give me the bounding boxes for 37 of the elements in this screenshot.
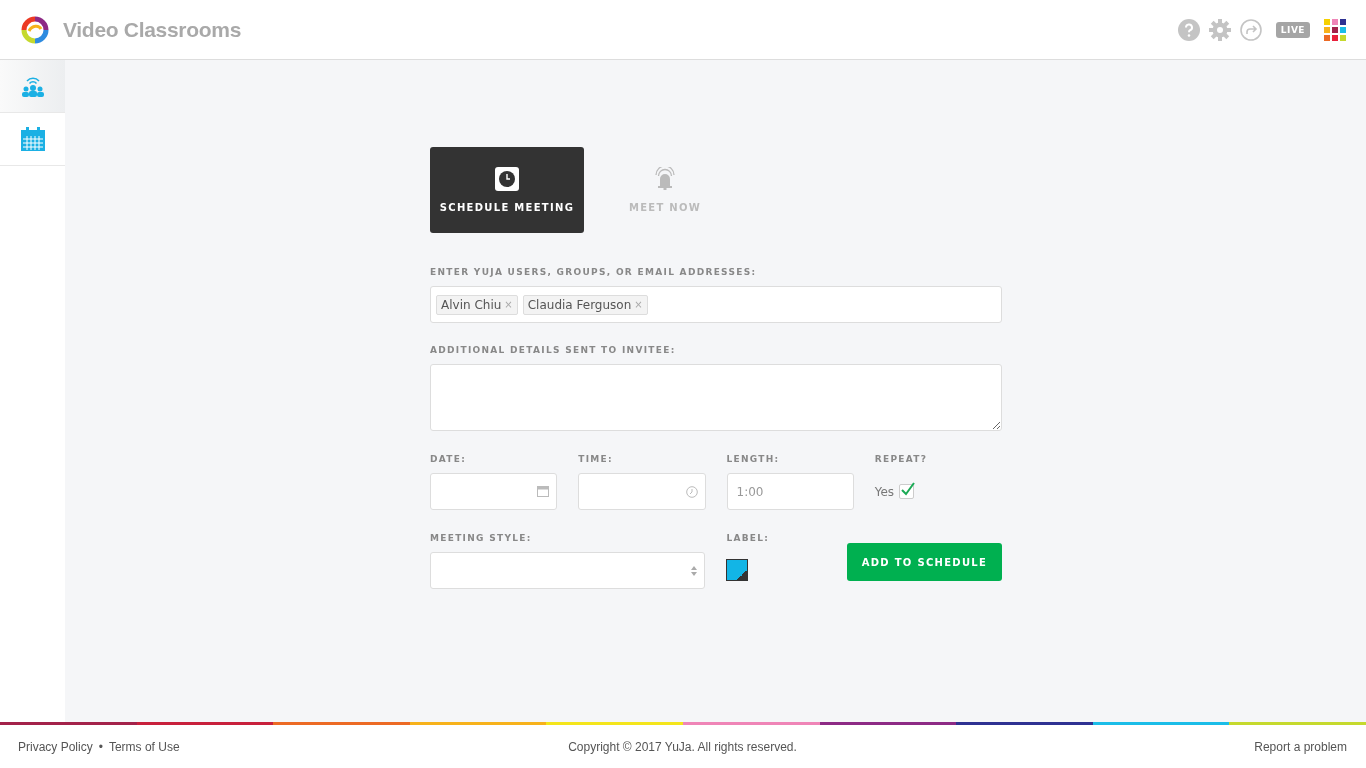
report-link[interactable]: Report a problem [1254, 739, 1347, 754]
invitee-tag: Claudia Ferguson × [522, 294, 648, 315]
field-label: REPEAT? [874, 454, 929, 464]
sort-arrows-icon [691, 565, 698, 576]
apps-grid-icon[interactable] [1324, 18, 1346, 41]
field-label: MEETING STYLE: [430, 533, 533, 543]
repeat-checkbox[interactable] [899, 484, 915, 499]
bell-icon [652, 167, 678, 191]
calendar-icon [537, 486, 550, 497]
field-label: TIME: [578, 454, 614, 464]
clock-icon [495, 167, 519, 191]
share-icon[interactable] [1239, 18, 1262, 41]
calendar-icon [20, 127, 45, 151]
checkbox-label: Yes [874, 484, 895, 499]
field-label: LABEL: [726, 533, 771, 543]
classroom-icon [20, 75, 45, 97]
details-field[interactable] [430, 364, 1002, 431]
privacy-link[interactable]: Privacy Policy [18, 739, 93, 754]
help-icon[interactable] [1177, 18, 1200, 41]
meeting-style-select[interactable] [430, 552, 706, 589]
terms-link[interactable]: Terms of Use [108, 739, 180, 754]
logo-icon [19, 15, 51, 44]
date-field[interactable] [430, 473, 558, 510]
tab[interactable]: SCHEDULE MEETING [430, 147, 584, 233]
app-title: Video Classrooms [63, 17, 242, 42]
field-label: DATE: [430, 454, 468, 464]
sidebar-item[interactable] [0, 60, 65, 113]
clock-icon [685, 485, 698, 498]
length-field[interactable]: 1:00 [726, 473, 854, 510]
field-label: LENGTH: [726, 454, 781, 464]
separator-dot: • [98, 739, 103, 754]
label-color-swatch[interactable] [726, 559, 749, 581]
field-label: ENTER YUJA USERS, GROUPS, OR EMAIL ADDRESSES: [430, 267, 758, 277]
copyright-text: Copyright © 2017 YuJa. All rights reserved. [568, 739, 797, 754]
time-field[interactable] [578, 473, 706, 510]
field-label: ADDITIONAL DETAILS SENT TO INVITEE: [430, 345, 677, 355]
invitee-tag: Alvin Chiu × [436, 294, 518, 315]
